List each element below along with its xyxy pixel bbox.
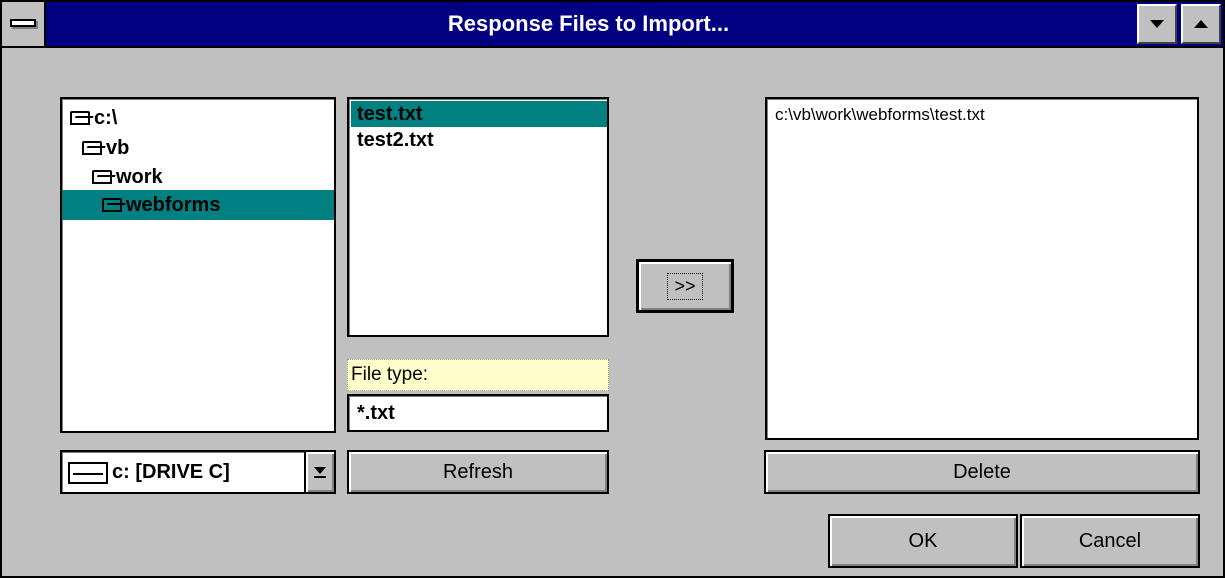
file-type-label: File type: xyxy=(347,359,609,391)
open-folder-icon xyxy=(92,170,112,184)
file-type-input[interactable]: *.txt xyxy=(347,394,609,432)
drive-select-value: c: [DRIVE C] xyxy=(112,461,230,483)
chevron-down-icon xyxy=(314,466,326,474)
drive-icon xyxy=(68,462,108,484)
import-dialog: Response Files to Import... c:\ vb work … xyxy=(0,0,1225,578)
file-item-test2[interactable]: test2.txt xyxy=(351,127,607,153)
directory-item-label: work xyxy=(116,166,163,188)
open-folder-icon xyxy=(102,198,122,212)
dropdown-underline xyxy=(314,475,326,478)
add-to-import-button[interactable]: >> xyxy=(636,259,734,313)
directory-item-label: vb xyxy=(106,137,130,159)
system-menu-icon xyxy=(10,19,36,27)
ok-button[interactable]: OK xyxy=(828,514,1018,568)
directory-item-webforms[interactable]: webforms xyxy=(62,190,334,220)
drive-select[interactable]: c: [DRIVE C] xyxy=(60,450,336,494)
minimize-button[interactable] xyxy=(1137,4,1177,44)
title-bar: Response Files to Import... xyxy=(2,2,1223,48)
directory-list[interactable]: c:\ vb work webforms xyxy=(60,97,336,433)
delete-button[interactable]: Delete xyxy=(764,450,1200,494)
cancel-button[interactable]: Cancel xyxy=(1020,514,1200,568)
file-list[interactable]: test.txt test2.txt xyxy=(347,97,609,337)
open-folder-icon xyxy=(70,111,90,125)
maximize-icon xyxy=(1194,20,1208,28)
directory-item-label: webforms xyxy=(126,194,221,216)
refresh-button[interactable]: Refresh xyxy=(347,450,609,494)
import-list[interactable]: c:\vb\work\webforms\test.txt xyxy=(765,97,1199,440)
directory-item-root[interactable]: c:\ xyxy=(62,103,334,133)
directory-item-work[interactable]: work xyxy=(62,162,334,192)
directory-item-vb[interactable]: vb xyxy=(62,133,334,163)
system-menu-button[interactable] xyxy=(2,2,46,46)
directory-item-label: c:\ xyxy=(94,107,118,129)
maximize-button[interactable] xyxy=(1181,4,1221,44)
drive-dropdown-button[interactable] xyxy=(304,452,334,492)
window-title: Response Files to Import... xyxy=(447,11,730,36)
file-item-test[interactable]: test.txt xyxy=(351,101,607,127)
import-list-item[interactable]: c:\vb\work\webforms\test.txt xyxy=(775,105,985,125)
add-button-label: >> xyxy=(667,272,703,300)
open-folder-icon xyxy=(82,141,102,155)
minimize-icon xyxy=(1150,20,1164,28)
